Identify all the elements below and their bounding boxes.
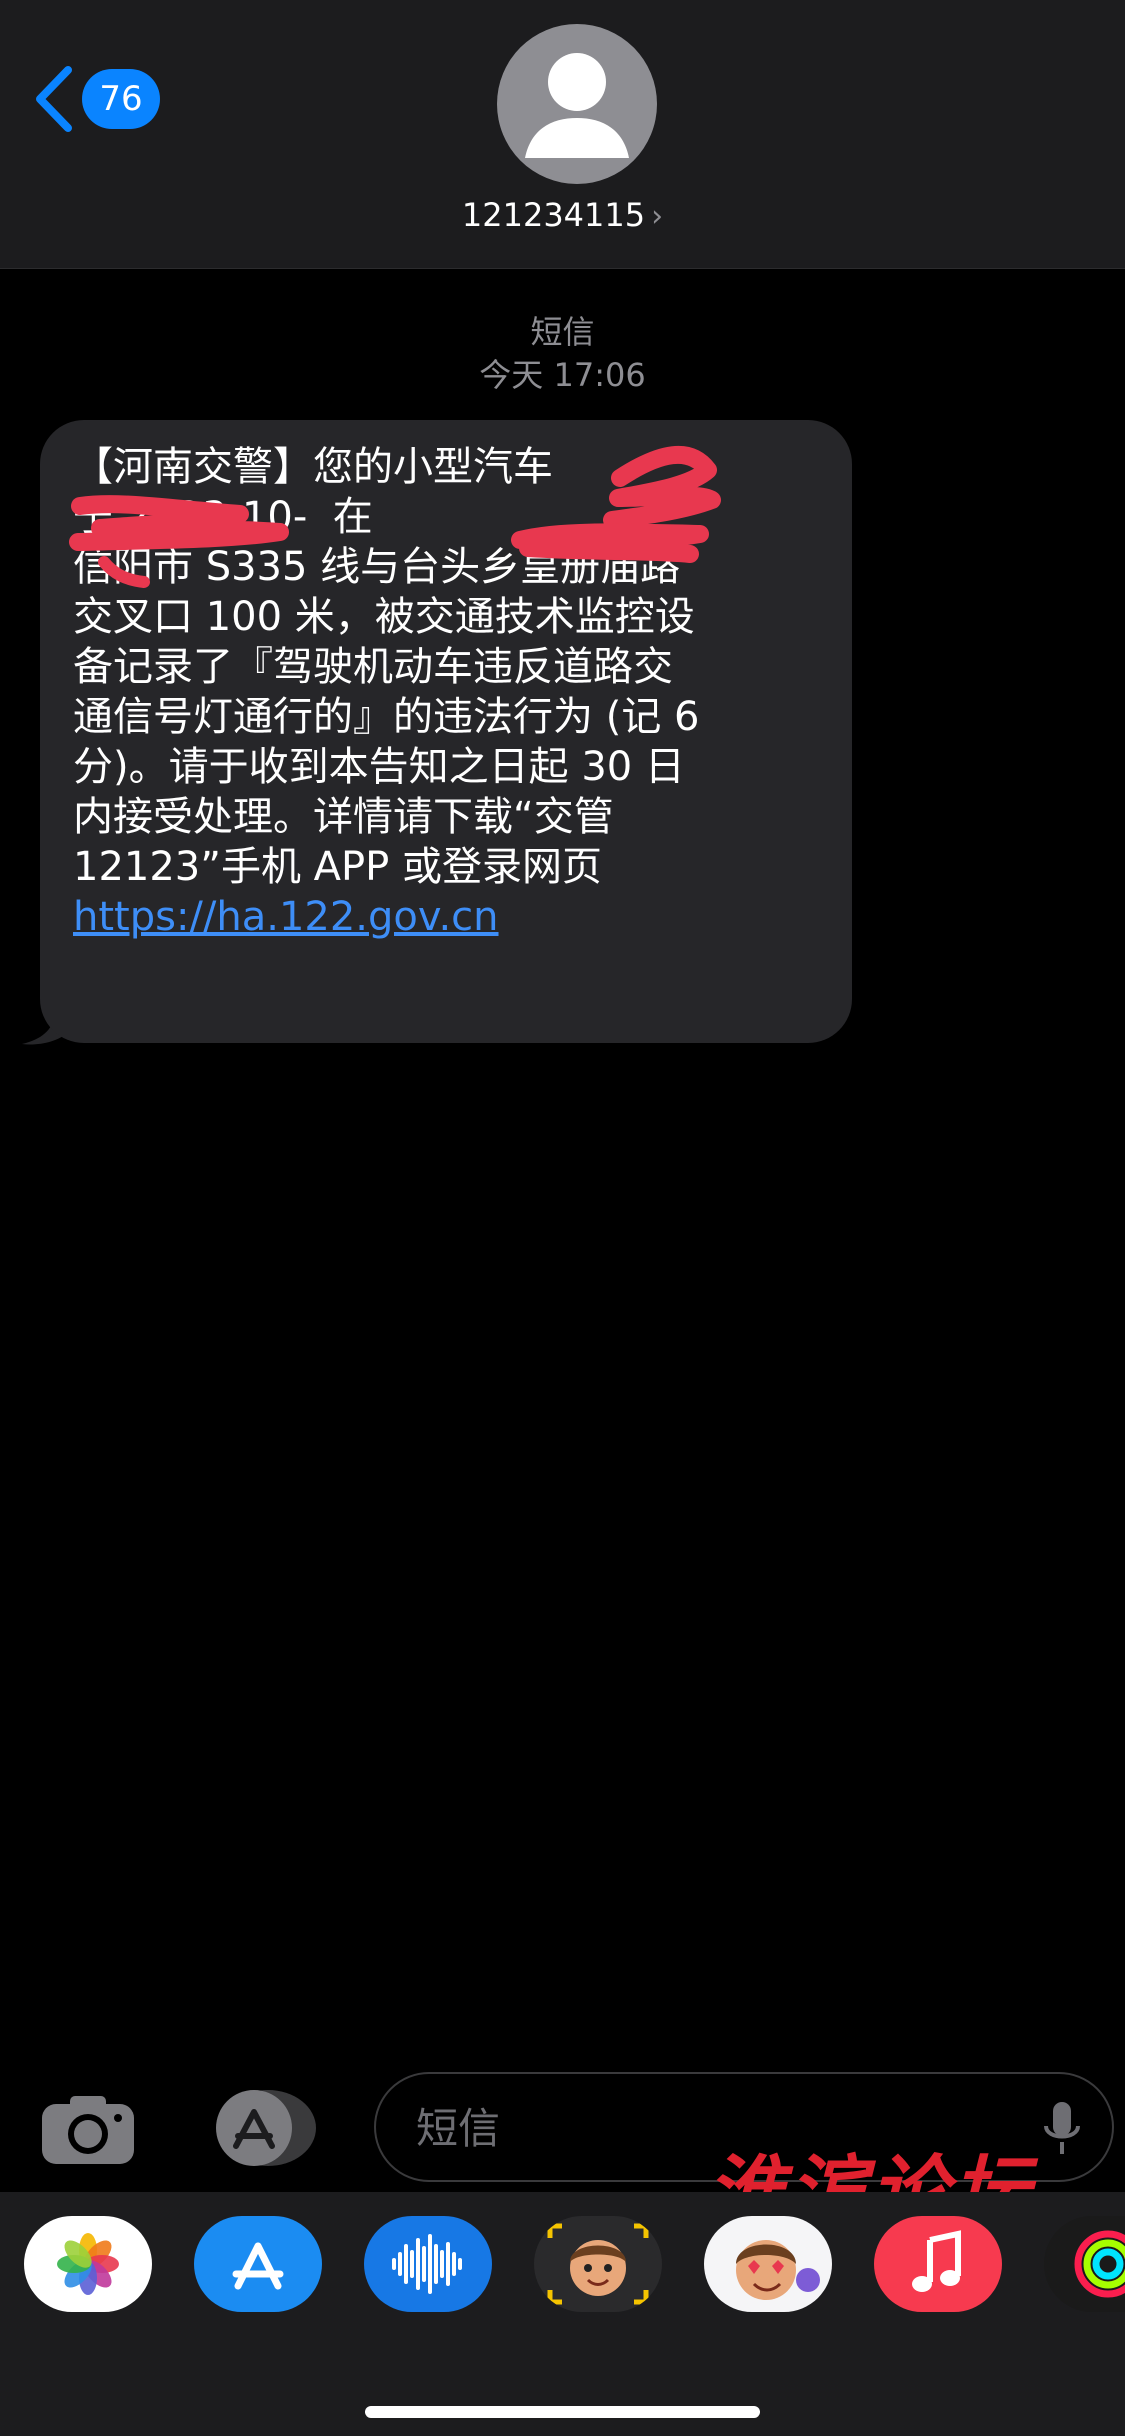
redaction-marks [69, 445, 721, 588]
imessage-apps-drawer [0, 2192, 1125, 2436]
apps-button[interactable] [200, 2088, 320, 2168]
memoji-stickers-app-icon[interactable] [704, 2216, 832, 2312]
audio-message-app-icon[interactable] [364, 2216, 492, 2312]
app-store-app-icon[interactable] [194, 2216, 322, 2312]
home-indicator[interactable] [365, 2406, 760, 2418]
memoji-camera-app-icon[interactable] [534, 2216, 662, 2312]
microphone-icon[interactable] [1042, 2100, 1082, 2158]
app-store-icon [216, 2090, 316, 2166]
camera-button[interactable] [38, 2092, 138, 2168]
music-app-icon[interactable] [874, 2216, 1002, 2312]
camera-icon [42, 2096, 134, 2164]
activity-app-icon[interactable] [1044, 2216, 1125, 2312]
photos-app-icon[interactable] [24, 2216, 152, 2312]
